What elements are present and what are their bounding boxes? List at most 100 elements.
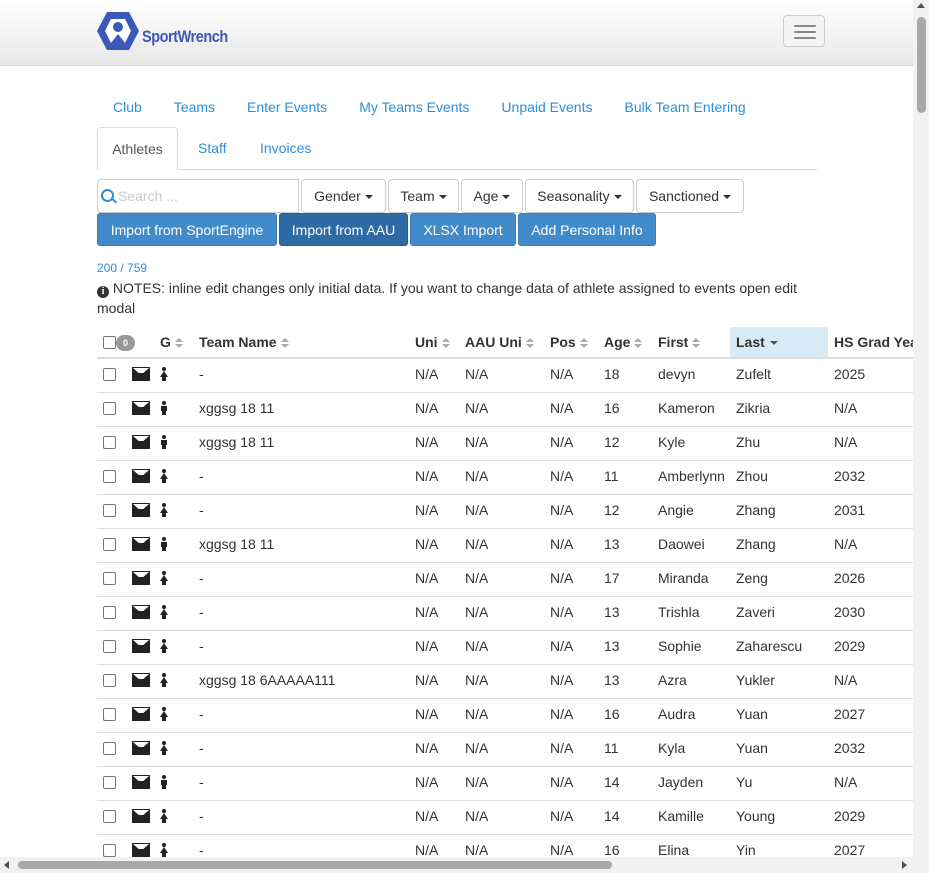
cell-uni[interactable]: N/A: [415, 665, 438, 698]
table-row[interactable]: - N/A N/A N/A 14 Jayden Yu N/A: [97, 767, 913, 801]
cell-uni[interactable]: N/A: [415, 699, 438, 732]
search-input[interactable]: [116, 187, 295, 205]
row-checkbox[interactable]: [103, 742, 116, 755]
cell-hs-grad-year[interactable]: 2027: [834, 699, 865, 732]
cell-uni[interactable]: N/A: [415, 631, 438, 664]
nav-tab-unpaid-events[interactable]: Unpaid Events: [485, 94, 608, 120]
row-checkbox[interactable]: [103, 810, 116, 823]
cell-team-name[interactable]: -: [199, 767, 204, 800]
cell-aau-uni[interactable]: N/A: [465, 767, 488, 800]
cell-last[interactable]: Zaveri: [736, 597, 775, 630]
cell-aau-uni[interactable]: N/A: [465, 495, 488, 528]
cell-first[interactable]: Kyle: [658, 427, 685, 460]
row-checkbox[interactable]: [103, 504, 116, 517]
cell-hs-grad-year[interactable]: 2029: [834, 801, 865, 834]
row-checkbox[interactable]: [103, 368, 116, 381]
cell-aau-uni[interactable]: N/A: [465, 665, 488, 698]
cell-aau-uni[interactable]: N/A: [465, 427, 488, 460]
cell-uni[interactable]: N/A: [415, 597, 438, 630]
cell-first[interactable]: devyn: [658, 359, 695, 392]
cell-hs-grad-year[interactable]: N/A: [834, 665, 857, 698]
menu-toggle-button[interactable]: [783, 15, 825, 47]
cell-team-name[interactable]: -: [199, 461, 204, 494]
cell-first[interactable]: Kamille: [658, 801, 704, 834]
header-age[interactable]: Age: [604, 327, 643, 357]
cell-last[interactable]: Zufelt: [736, 359, 771, 392]
mail-icon[interactable]: [132, 741, 150, 755]
cell-first[interactable]: Miranda: [658, 563, 709, 596]
sportwrench-logo[interactable]: SportWrench: [96, 10, 243, 52]
cell-age[interactable]: 14: [604, 801, 620, 834]
row-checkbox[interactable]: [103, 470, 116, 483]
table-row[interactable]: - N/A N/A N/A 11 Kyla Yuan 2032: [97, 733, 913, 767]
cell-hs-grad-year[interactable]: 2025: [834, 359, 865, 392]
mail-icon[interactable]: [132, 605, 150, 619]
mail-icon[interactable]: [132, 639, 150, 653]
cell-age[interactable]: 18: [604, 359, 620, 392]
cell-first[interactable]: Amberlynn: [658, 461, 725, 494]
mail-icon[interactable]: [132, 843, 150, 857]
scroll-thumb[interactable]: [18, 861, 612, 869]
cell-pos[interactable]: N/A: [550, 597, 573, 630]
cell-first[interactable]: Kameron: [658, 393, 715, 426]
cell-pos[interactable]: N/A: [550, 495, 573, 528]
cell-first[interactable]: Trishla: [658, 597, 700, 630]
cell-age[interactable]: 11: [604, 733, 619, 766]
header-pos[interactable]: Pos: [550, 327, 588, 357]
cell-age[interactable]: 16: [604, 393, 620, 426]
cell-hs-grad-year[interactable]: 2026: [834, 563, 865, 596]
cell-first[interactable]: Sophie: [658, 631, 702, 664]
mail-icon[interactable]: [132, 367, 150, 381]
cell-aau-uni[interactable]: N/A: [465, 563, 488, 596]
cell-pos[interactable]: N/A: [550, 461, 573, 494]
row-checkbox[interactable]: [103, 776, 116, 789]
row-checkbox[interactable]: [103, 402, 116, 415]
cell-aau-uni[interactable]: N/A: [465, 631, 488, 664]
row-checkbox[interactable]: [103, 572, 116, 585]
cell-team-name[interactable]: -: [199, 359, 204, 392]
tab-staff[interactable]: Staff: [198, 127, 227, 169]
cell-last[interactable]: Yuan: [736, 699, 768, 732]
cell-first[interactable]: Kyla: [658, 733, 685, 766]
cell-age[interactable]: 17: [604, 563, 620, 596]
table-row[interactable]: - N/A N/A N/A 11 Amberlynn Zhou 2032: [97, 461, 913, 495]
cell-last[interactable]: Zhu: [736, 427, 760, 460]
table-row[interactable]: - N/A N/A N/A 16 Audra Yuan 2027: [97, 699, 913, 733]
cell-uni[interactable]: N/A: [415, 529, 438, 562]
vertical-scrollbar[interactable]: [913, 0, 929, 857]
mail-icon[interactable]: [132, 503, 150, 517]
scroll-right-icon[interactable]: [902, 861, 907, 869]
xlsx-import-button[interactable]: XLSX Import: [410, 213, 516, 246]
cell-pos[interactable]: N/A: [550, 563, 573, 596]
cell-uni[interactable]: N/A: [415, 801, 438, 834]
cell-hs-grad-year[interactable]: 2031: [834, 495, 865, 528]
cell-uni[interactable]: N/A: [415, 427, 438, 460]
scroll-up-icon[interactable]: [917, 3, 925, 8]
cell-team-name[interactable]: xggsg 18 6AAAAA111: [199, 665, 335, 698]
cell-age[interactable]: 13: [604, 631, 620, 664]
cell-team-name[interactable]: -: [199, 733, 204, 766]
tab-invoices[interactable]: Invoices: [260, 127, 311, 169]
cell-last[interactable]: Zhang: [736, 529, 776, 562]
cell-hs-grad-year[interactable]: 2032: [834, 733, 865, 766]
cell-team-name[interactable]: -: [199, 801, 204, 834]
cell-age[interactable]: 11: [604, 461, 619, 494]
cell-team-name[interactable]: -: [199, 563, 204, 596]
filter-sanctioned-dropdown[interactable]: Sanctioned: [636, 179, 744, 213]
cell-team-name[interactable]: xggsg 18 11: [199, 427, 274, 460]
mail-icon[interactable]: [132, 469, 150, 483]
cell-last[interactable]: Yu: [736, 767, 752, 800]
add-personal-info-button[interactable]: Add Personal Info: [518, 213, 656, 246]
row-checkbox[interactable]: [103, 844, 116, 857]
header-gender[interactable]: G: [160, 327, 183, 357]
cell-pos[interactable]: N/A: [550, 733, 573, 766]
cell-team-name[interactable]: -: [199, 597, 204, 630]
cell-pos[interactable]: N/A: [550, 529, 573, 562]
cell-pos[interactable]: N/A: [550, 359, 573, 392]
mail-icon[interactable]: [132, 571, 150, 585]
nav-tab-teams[interactable]: Teams: [158, 94, 231, 120]
cell-last[interactable]: Zhou: [736, 461, 768, 494]
import-aau-button[interactable]: Import from AAU: [279, 213, 408, 246]
select-all-checkbox[interactable]: [103, 336, 116, 349]
mail-icon[interactable]: [132, 537, 150, 551]
